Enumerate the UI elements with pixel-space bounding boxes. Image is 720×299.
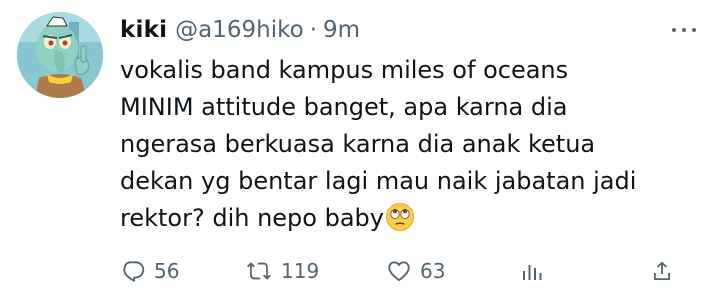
like-count: 63: [420, 259, 446, 283]
face-with-rolling-eyes-emoji: [385, 202, 415, 232]
tweet-text-line: rektor? dih nepo baby: [120, 204, 384, 232]
heart-icon: [388, 261, 410, 282]
separator-dot: ·: [309, 17, 318, 43]
retweet-icon: [246, 262, 272, 280]
avatar[interactable]: [17, 12, 103, 98]
like-button[interactable]: 63: [386, 255, 445, 287]
tweet[interactable]: kiki @a169hiko · 9m vokalis band kampus …: [0, 0, 720, 299]
tweet-text-line: MINIM attitude banget, apa karna dia: [120, 93, 568, 121]
retweet-button[interactable]: 119: [245, 255, 319, 287]
analytics-icon: [523, 265, 542, 280]
reply-icon: [123, 261, 145, 282]
more-dot: [682, 28, 686, 32]
more-options-icon[interactable]: [672, 20, 696, 40]
reply-count: 56: [154, 259, 180, 283]
share-button[interactable]: [650, 255, 674, 287]
tweet-text-line: ngerasa berkuasa karna dia anak ketua: [120, 130, 596, 158]
tweet-text-line-last: rektor? dih nepo baby: [120, 200, 700, 237]
tweet-text-line: dekan yg bentar lagi mau naik jabatan ja…: [120, 167, 637, 195]
timestamp[interactable]: 9m: [323, 17, 360, 43]
more-dot: [692, 28, 696, 32]
tweet-text-line: vokalis band kampus miles of oceans: [120, 56, 569, 84]
tweet-header: kiki @a169hiko · 9m: [120, 13, 360, 47]
display-name[interactable]: kiki: [120, 17, 167, 43]
share-icon: [654, 261, 670, 280]
analytics-button[interactable]: [520, 255, 544, 287]
tweet-actions: 56 119 63: [120, 255, 690, 287]
tweet-text: vokalis band kampus miles of oceans MINI…: [120, 52, 700, 237]
user-handle[interactable]: @a169hiko: [175, 17, 304, 43]
more-dot: [672, 28, 676, 32]
retweet-count: 119: [281, 259, 320, 283]
reply-button[interactable]: 56: [120, 255, 179, 287]
squidward-avatar-image: [17, 12, 103, 98]
